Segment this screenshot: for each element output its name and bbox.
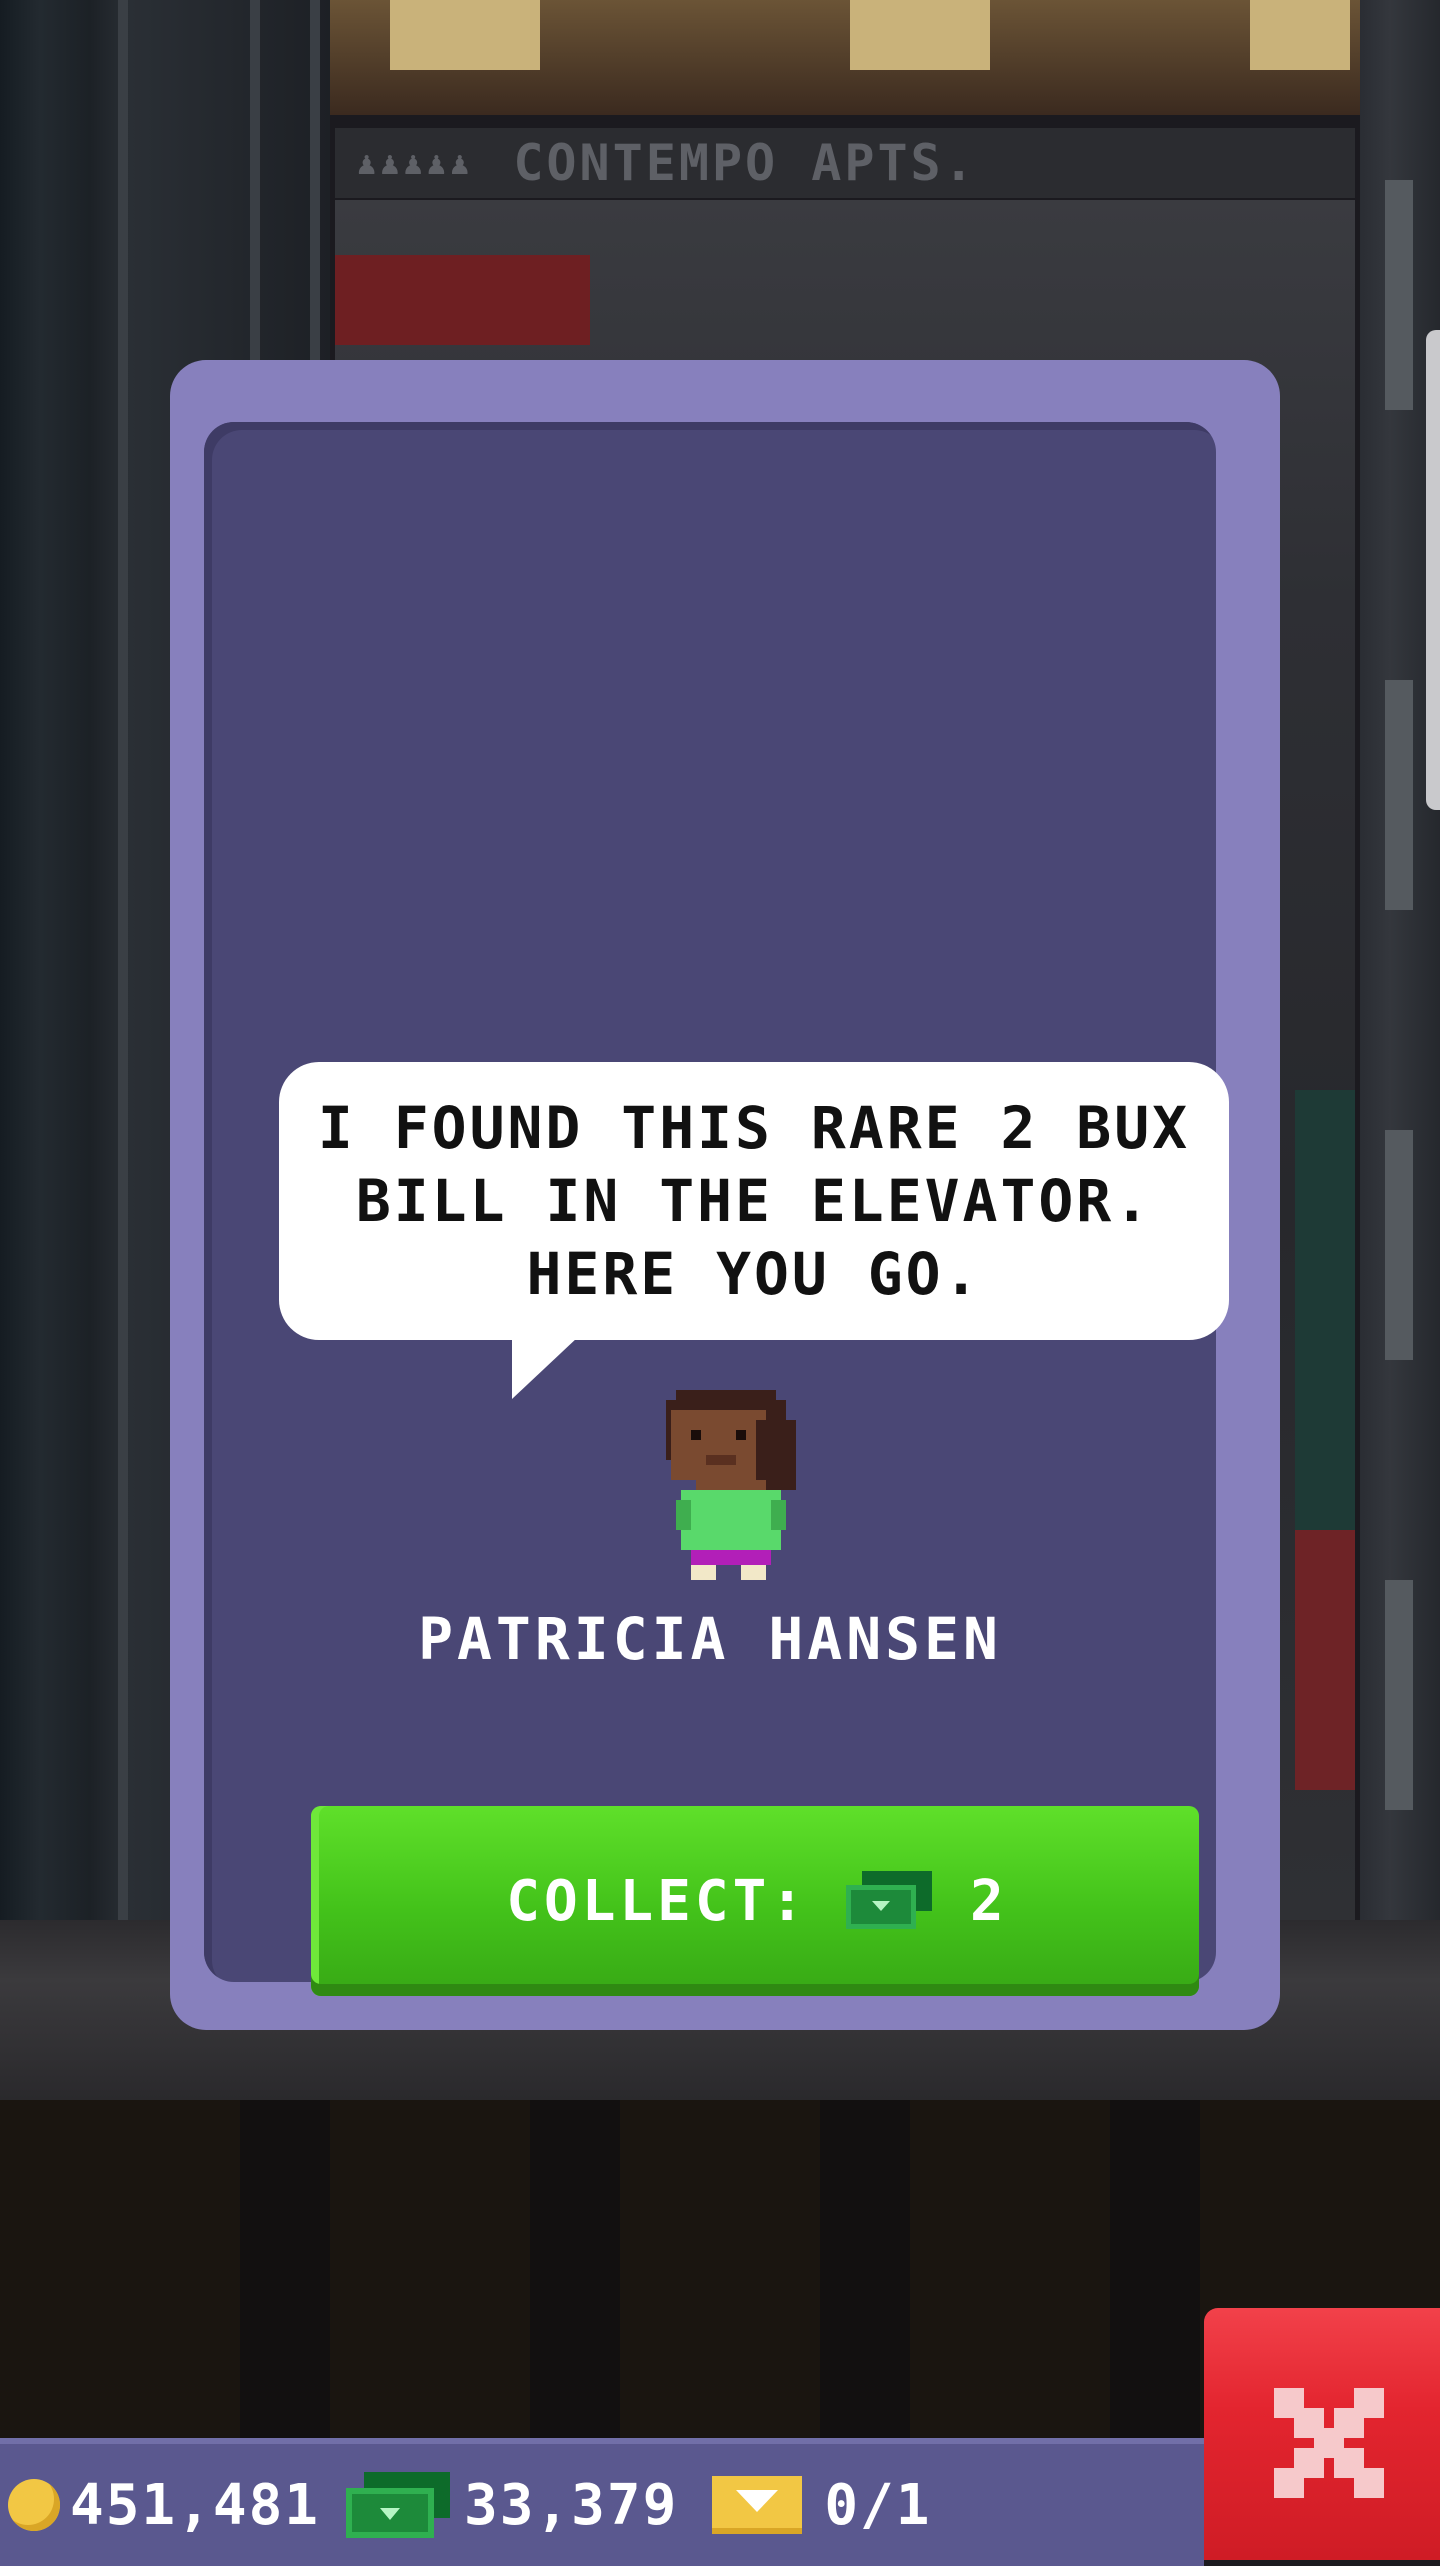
building-sign-text: CONTEMPO APTS. [513,134,977,192]
tickets-value: 0/1 [824,2472,932,2538]
bux-gift-dialog: I FOUND THIS RARE 2 BUX BILL IN THE ELEV… [170,360,1280,2030]
collect-label: COLLECT: [506,1868,808,1934]
basement-column [530,2100,620,2440]
bux-counter: 33,379 [320,2444,678,2566]
character-avatar [666,1390,796,1580]
shaft-slot [1385,680,1413,910]
coin-icon [8,2479,60,2531]
resource-bar: 451,481 33,379 0/1 [0,2438,1204,2566]
shaft-slot [1385,1130,1413,1360]
floor-decor [1295,1530,1355,1790]
shaft-rail [118,0,128,1920]
collect-amount: 2 [970,1868,1004,1934]
bux-icon [346,2472,451,2538]
side-drawer-handle[interactable] [1426,330,1440,810]
dialog-panel: I FOUND THIS RARE 2 BUX BILL IN THE ELEV… [204,422,1229,1996]
tickets-counter: 0/1 [678,2444,931,2566]
resident-slots-icon: ♟♟♟♟♟ [357,144,474,182]
room-window [1250,0,1350,70]
basement-column [240,2100,330,2440]
collect-button[interactable]: COLLECT: 2 [311,1806,1199,1996]
basement-column [820,2100,910,2440]
speech-text: I FOUND THIS RARE 2 BUX BILL IN THE ELEV… [317,1093,1191,1308]
coins-counter: 451,481 [0,2444,320,2566]
shaft-slot [1385,1580,1413,1810]
room-window [390,0,540,70]
room-window [850,0,990,70]
speech-bubble: I FOUND THIS RARE 2 BUX BILL IN THE ELEV… [279,1062,1229,1340]
close-icon [1274,2388,1384,2498]
floor-apartment-room [330,0,1360,115]
floor-sign: ♟♟♟♟♟ CONTEMPO APTS. [335,128,1355,198]
character-name: PATRICIA HANSEN [418,1605,1002,1673]
shaft-slot [1385,180,1413,410]
basement-column [1110,2100,1200,2440]
speech-bubble-tail [512,1337,578,1399]
side-shaft [1360,0,1440,1920]
coins-value: 451,481 [70,2472,321,2538]
golden-ticket-icon [712,2476,803,2534]
bux-value: 33,379 [464,2472,679,2538]
close-button[interactable] [1204,2308,1440,2560]
floor-decor [335,255,590,345]
bux-icon [846,1871,932,1931]
